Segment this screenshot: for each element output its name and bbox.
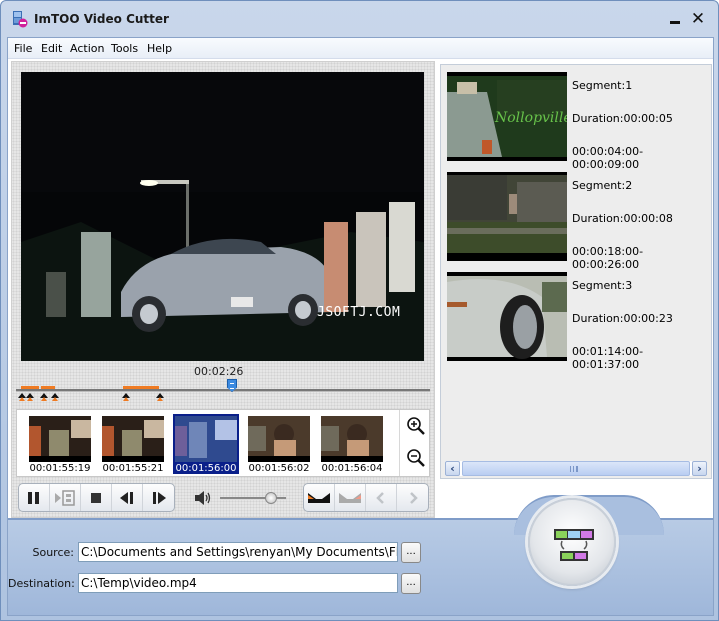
zoom-in-icon[interactable] <box>406 416 426 436</box>
mark-end-button[interactable] <box>335 484 366 511</box>
pause-button[interactable] <box>19 484 50 511</box>
timeline-segment <box>123 386 159 389</box>
destination-browse-button[interactable]: ... <box>401 573 421 594</box>
thumbnail-frame[interactable]: 00:01:55:19 <box>27 414 93 474</box>
source-path-input[interactable]: C:\Documents and Settings\renyan\My Docu… <box>78 542 398 562</box>
film-cut-icon <box>13 11 28 28</box>
source-browse-button[interactable]: ... <box>401 542 421 563</box>
segment-range: 00:00:18:00-00:00:26:00 <box>572 245 644 271</box>
segment-range: 00:00:04:00-00:00:09:00 <box>572 145 644 171</box>
menu-file[interactable]: File <box>14 42 32 55</box>
cut-join-icon <box>554 529 594 561</box>
menu-action[interactable]: Action <box>70 42 104 55</box>
volume-slider[interactable] <box>220 492 286 504</box>
mark-end-icon <box>339 492 361 503</box>
thumbnail-image <box>248 416 310 462</box>
zoom-out-icon[interactable] <box>406 448 426 468</box>
destination-path-input[interactable]: C:\Temp\video.mp4 <box>78 573 398 593</box>
video-preview[interactable]: JSOFTJ.COM <box>21 72 424 361</box>
prev-frame-button[interactable] <box>112 484 143 511</box>
segment-end-marker[interactable] <box>25 393 35 401</box>
segment-item[interactable]: Segment:3 Duration:00:00:23 00:01:14:00-… <box>447 272 709 371</box>
thumbnail-image <box>102 416 164 462</box>
segment-list: Nollopville Segment:1 Duration:00:00:05 … <box>440 64 712 479</box>
playback-controls <box>18 483 175 512</box>
speaker-icon[interactable] <box>195 491 211 505</box>
segment-start-marker[interactable] <box>121 393 131 401</box>
segment-item[interactable]: Segment:2 Duration:00:00:08 00:00:18:00-… <box>447 172 709 271</box>
thumbnail-frame[interactable]: 00:01:55:21 <box>100 414 166 474</box>
pause-icon <box>28 491 39 504</box>
thumbnail-image <box>321 416 383 462</box>
scroll-left-button[interactable]: ‹ <box>445 461 460 476</box>
segment-thumbnail: Nollopville <box>447 72 567 161</box>
menu-bar: File Edit Action Tools Help <box>8 38 713 59</box>
volume-slider-knob[interactable] <box>265 492 277 504</box>
segment-label: Segment:3 <box>572 279 633 292</box>
play-segment-icon <box>55 489 75 506</box>
thumbnail-frame[interactable]: 00:01:56:04 <box>319 414 385 474</box>
timeline-segment <box>41 386 55 389</box>
next-frame-button[interactable] <box>143 484 174 511</box>
arrow-left-icon <box>376 491 384 504</box>
menu-help[interactable]: Help <box>147 42 172 55</box>
segment-label: Segment:2 <box>572 179 633 192</box>
thumbnail-frame[interactable]: 00:01:56:02 <box>246 414 312 474</box>
scrollbar-grip-icon <box>570 466 578 472</box>
thumbnail-strip: 00:01:55:19 00:01:55:21 00:01:56:00 00:0… <box>16 409 430 477</box>
minimize-button[interactable] <box>665 9 687 29</box>
segment-range: 00:01:14:00-00:01:37:00 <box>572 345 644 371</box>
segment-duration: Duration:00:00:23 <box>572 312 673 325</box>
segment-duration: Duration:00:00:05 <box>572 112 673 125</box>
segment-start-marker[interactable] <box>39 393 49 401</box>
thumbnail-time: 00:01:56:02 <box>248 463 310 474</box>
thumbnail-time: 00:01:55:21 <box>102 463 164 474</box>
segment-thumbnail <box>447 272 567 361</box>
thumbnail-image <box>175 416 237 462</box>
close-button[interactable]: ✕ <box>687 9 709 29</box>
mark-start-icon <box>308 492 330 503</box>
scrollbar-thumb[interactable] <box>462 461 690 476</box>
segment-end-marker[interactable] <box>50 393 60 401</box>
segment-item[interactable]: Nollopville Segment:1 Duration:00:00:05 … <box>447 72 709 171</box>
source-label: Source: <box>32 546 75 559</box>
segment-controls <box>303 483 429 512</box>
zoom-controls <box>399 410 430 476</box>
start-cutting-button[interactable] <box>528 498 616 586</box>
stop-icon <box>91 492 101 503</box>
mark-start-button[interactable] <box>304 484 335 511</box>
menu-edit[interactable]: Edit <box>41 42 62 55</box>
thumbnail-time: 00:01:56:04 <box>321 463 383 474</box>
thumbnail-frame-selected[interactable]: 00:01:56:00 <box>173 414 239 474</box>
timeline-track[interactable] <box>16 386 430 401</box>
app-window: ImTOO Video Cutter ✕ File Edit Action To… <box>0 0 719 621</box>
next-segment-button[interactable] <box>397 484 428 511</box>
segment-end-marker[interactable] <box>155 393 165 401</box>
thumbnail-time: 00:01:55:19 <box>29 463 91 474</box>
prev-segment-button[interactable] <box>366 484 397 511</box>
timeline-segment <box>21 386 39 389</box>
player-pane: JSOFTJ.COM 00:02:26 00:01:55:19 00:01:55… <box>11 61 435 518</box>
title-bar[interactable]: ImTOO Video Cutter ✕ <box>1 1 718 37</box>
next-frame-icon <box>152 491 166 504</box>
menu-tools[interactable]: Tools <box>111 42 138 55</box>
segment-thumbnail <box>447 172 567 261</box>
window-title: ImTOO Video Cutter <box>34 12 169 26</box>
thumbnail-time: 00:01:56:00 <box>175 463 237 474</box>
current-time: 00:02:26 <box>194 365 244 378</box>
scroll-right-button[interactable]: › <box>692 461 707 476</box>
svg-text:Nollopville: Nollopville <box>494 110 567 126</box>
arrow-right-icon <box>409 491 418 504</box>
watermark-text: JSOFTJ.COM <box>317 305 401 320</box>
segment-label: Segment:1 <box>572 79 633 92</box>
prev-frame-icon <box>120 491 133 504</box>
thumbnail-image <box>29 416 91 462</box>
play-segment-button[interactable] <box>50 484 81 511</box>
segment-duration: Duration:00:00:08 <box>572 212 673 225</box>
segment-list-scrollbar[interactable]: ‹ › <box>445 461 707 476</box>
destination-label: Destination: <box>8 577 75 590</box>
stop-button[interactable] <box>81 484 112 511</box>
